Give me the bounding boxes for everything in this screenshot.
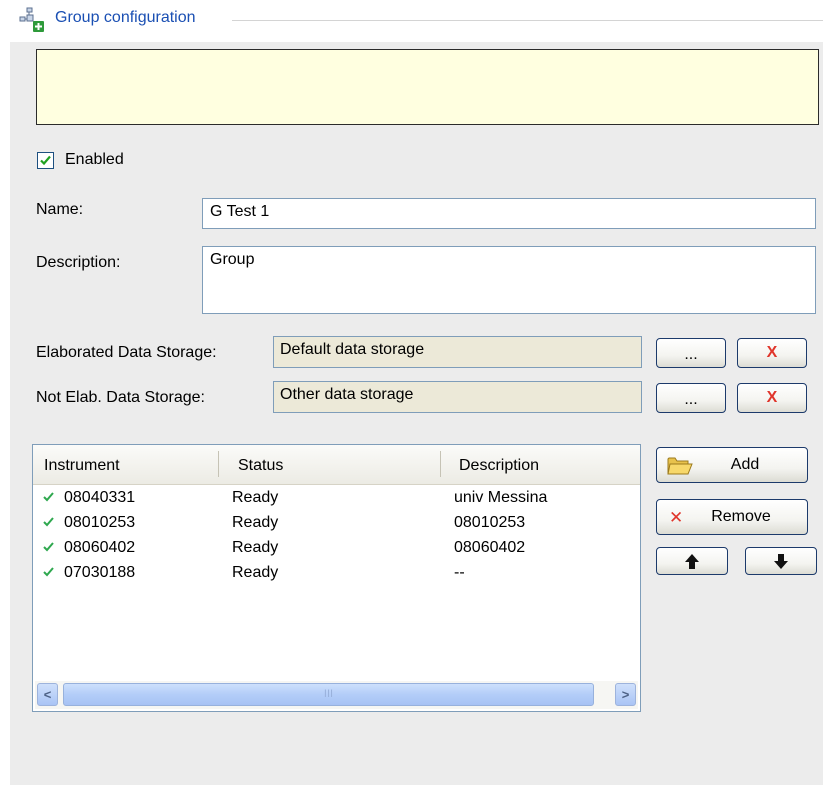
remove-label: Remove	[711, 508, 771, 525]
ready-check-icon	[43, 567, 54, 577]
list-header: Instrument Status Description	[33, 445, 640, 485]
instruments-list[interactable]: Instrument Status Description 08040331 R…	[32, 444, 641, 712]
table-row[interactable]: 08060402 Ready 08060402	[33, 539, 640, 563]
checkmark-icon	[40, 155, 51, 166]
header: Group configuration	[0, 0, 823, 42]
info-box	[36, 49, 819, 125]
ready-check-icon	[43, 492, 54, 502]
group-config-icon	[19, 7, 44, 32]
browse-label: ...	[684, 391, 698, 408]
table-row[interactable]: 08040331 Ready univ Messina	[33, 489, 640, 513]
header-divider	[232, 20, 823, 21]
enabled-label: Enabled	[65, 151, 124, 168]
not-elaborated-storage-label: Not Elab. Data Storage:	[36, 389, 205, 406]
description-field[interactable]: Group	[202, 246, 816, 314]
add-label: Add	[730, 456, 760, 473]
elaborated-storage-field: Default data storage	[273, 336, 642, 368]
ready-check-icon	[43, 517, 54, 527]
column-divider[interactable]	[440, 451, 441, 477]
move-up-button[interactable]	[656, 547, 728, 575]
folder-open-icon	[667, 457, 693, 475]
browse-label: ...	[684, 346, 698, 363]
remove-button[interactable]: ✕ Remove	[656, 499, 808, 535]
description-cell: 08060402	[454, 539, 526, 556]
description-cell: --	[454, 564, 465, 581]
scroll-right-button[interactable]: >	[615, 683, 636, 706]
description-label: Description:	[36, 254, 121, 271]
remove-x-icon: ✕	[669, 508, 684, 527]
clear-icon: X	[766, 389, 778, 406]
elaborated-storage-browse-button[interactable]: ...	[656, 338, 726, 368]
column-divider[interactable]	[218, 451, 219, 477]
arrow-up-icon	[685, 554, 699, 569]
table-row[interactable]: 07030188 Ready --	[33, 564, 640, 588]
elaborated-storage-clear-button[interactable]: X	[737, 338, 807, 368]
description-cell: 08010253	[454, 514, 526, 531]
scroll-left-button[interactable]: <	[37, 683, 58, 706]
status-cell: Ready	[232, 564, 279, 581]
enabled-checkbox[interactable]	[37, 152, 54, 169]
description-cell: univ Messina	[454, 489, 548, 506]
scroll-thumb[interactable]: III	[63, 683, 594, 706]
instrument-cell: 07030188	[64, 564, 136, 581]
instrument-cell: 08040331	[64, 489, 136, 506]
ready-check-icon	[43, 542, 54, 552]
column-header-instrument[interactable]: Instrument	[44, 457, 120, 475]
not-elaborated-storage-clear-button[interactable]: X	[737, 383, 807, 413]
column-header-description[interactable]: Description	[459, 457, 539, 475]
instrument-cell: 08010253	[64, 514, 136, 531]
clear-icon: X	[766, 344, 778, 361]
status-cell: Ready	[232, 489, 279, 506]
name-label: Name:	[36, 201, 84, 218]
add-button[interactable]: Add	[656, 447, 808, 483]
instrument-cell: 08060402	[64, 539, 136, 556]
move-down-button[interactable]	[745, 547, 817, 575]
page-title: Group configuration	[55, 9, 196, 26]
table-row[interactable]: 08010253 Ready 08010253	[33, 514, 640, 538]
name-field[interactable]: G Test 1	[202, 198, 816, 229]
status-cell: Ready	[232, 514, 279, 531]
elaborated-storage-label: Elaborated Data Storage:	[36, 344, 217, 361]
arrow-down-icon	[774, 554, 788, 569]
status-cell: Ready	[232, 539, 279, 556]
not-elaborated-storage-field: Other data storage	[273, 381, 642, 413]
horizontal-scrollbar[interactable]: < III >	[35, 681, 638, 709]
not-elaborated-storage-browse-button[interactable]: ...	[656, 383, 726, 413]
column-header-status[interactable]: Status	[238, 457, 283, 475]
